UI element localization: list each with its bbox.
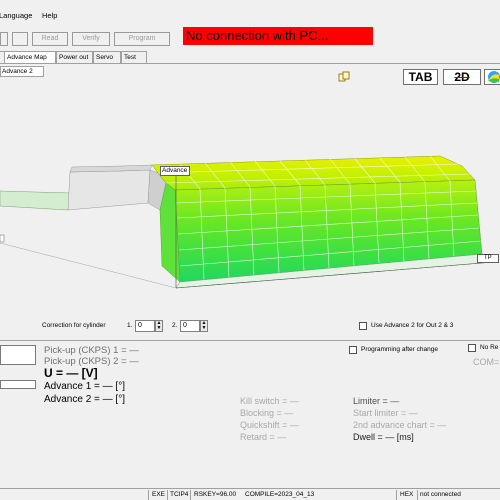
start-limiter-status: Start limiter = — bbox=[353, 408, 418, 418]
statusbar-separator bbox=[148, 490, 149, 500]
cyl1-correction-input[interactable]: 0 bbox=[135, 320, 155, 332]
statusbar-separator bbox=[396, 490, 397, 500]
2d-view-button[interactable]: 2D bbox=[443, 69, 481, 85]
pickup1-readout: Pick-up (CKPS) 1 = — bbox=[44, 345, 139, 356]
tp-axis-label: TP bbox=[477, 254, 499, 263]
menu-help[interactable]: Help bbox=[42, 11, 57, 20]
3d-view-button[interactable] bbox=[484, 69, 500, 85]
left-axis-marker bbox=[0, 234, 5, 243]
section-divider bbox=[0, 340, 500, 341]
statusbar-hex: HEX bbox=[400, 491, 414, 498]
statusbar-rskey: RSKEY=96.00 bbox=[194, 491, 237, 498]
statusbar-exe: EXE bbox=[152, 491, 166, 498]
cyl2-spin-button[interactable]: ▲ ▼ bbox=[200, 320, 208, 332]
voltage-readout: U = — [V] bbox=[44, 366, 98, 380]
advance-axis-label: Advance bbox=[160, 166, 190, 176]
retard-status: Retard = — bbox=[240, 432, 287, 442]
tab-divider bbox=[0, 63, 500, 64]
statusbar-connection-state: not connected bbox=[420, 491, 461, 498]
advance1-readout: Advance 1 = — [°] bbox=[44, 381, 125, 392]
menu-language[interactable]: Language bbox=[0, 11, 32, 20]
3d-surface-icon bbox=[488, 71, 500, 83]
statusbar-separator bbox=[190, 490, 191, 500]
toolbar-small-button[interactable] bbox=[0, 32, 8, 46]
statusbar-separator bbox=[417, 490, 418, 500]
advance-surface-svg bbox=[0, 155, 495, 289]
programming-after-change-checkbox[interactable] bbox=[349, 346, 357, 354]
quickshift-status: Quickshift = — bbox=[240, 420, 299, 430]
kill-switch-status: Kill switch = — bbox=[240, 396, 299, 406]
2d-label: 2D bbox=[454, 70, 470, 84]
statusbar-tcip: TCIP4 bbox=[170, 491, 189, 498]
left-value-box-1 bbox=[0, 345, 36, 365]
cyl1-correction-value: 0 bbox=[138, 322, 142, 329]
statusbar-separator bbox=[167, 490, 168, 500]
no-re-checkbox[interactable] bbox=[468, 344, 476, 352]
use-advance2-label: Use Advance 2 for Out 2 & 3 bbox=[371, 322, 454, 329]
limiter-status: Limiter = — bbox=[353, 396, 400, 406]
verify-button[interactable]: Verify bbox=[72, 32, 110, 46]
cyl2-correction-value: 0 bbox=[183, 322, 187, 329]
toolbar-open-button[interactable] bbox=[12, 32, 28, 46]
tab-view-button[interactable]: TAB bbox=[403, 69, 438, 85]
com-port-readout: COM= bbox=[473, 357, 500, 367]
second-advance-chart-status: 2nd advance chart = — bbox=[353, 420, 447, 430]
depth-axis-line bbox=[0, 242, 177, 289]
surface-left-flat bbox=[0, 190, 71, 211]
programming-after-change-label: Programming after change bbox=[361, 346, 438, 353]
cyl2-correction-input[interactable]: 0 bbox=[180, 320, 200, 332]
statusbar-compile: COMPILE=2023_04_13 bbox=[245, 491, 315, 498]
surface-gray-wall bbox=[67, 169, 151, 211]
use-advance2-checkbox[interactable] bbox=[359, 322, 367, 330]
read-button[interactable]: Read bbox=[32, 32, 68, 46]
cyl1-spin-button[interactable]: ▲ ▼ bbox=[155, 320, 163, 332]
cyl2-label: 2. bbox=[172, 322, 178, 329]
left-value-box-2 bbox=[0, 380, 36, 389]
tab-advance-2[interactable]: Advance 2 bbox=[0, 66, 44, 77]
menu-bar: Language Help bbox=[0, 10, 500, 22]
copy-icon[interactable] bbox=[338, 71, 350, 83]
correction-label: Correction for cylinder bbox=[42, 322, 106, 329]
no-re-label: No Re bbox=[480, 344, 499, 351]
cyl1-label: 1. bbox=[127, 322, 133, 329]
advance-map-3d-chart[interactable]: Advance TP bbox=[0, 88, 500, 318]
blocking-status: Blocking = — bbox=[240, 408, 294, 418]
advance2-readout: Advance 2 = — [°] bbox=[44, 394, 125, 405]
status-bar: EXE TCIP4 RSKEY=96.00 COMPILE=2023_04_13… bbox=[0, 488, 500, 500]
connection-status-banner: No connection with PC... bbox=[183, 27, 373, 45]
dwell-status: Dwell = — [ms] bbox=[353, 432, 414, 442]
program-button[interactable]: Program bbox=[114, 32, 170, 46]
